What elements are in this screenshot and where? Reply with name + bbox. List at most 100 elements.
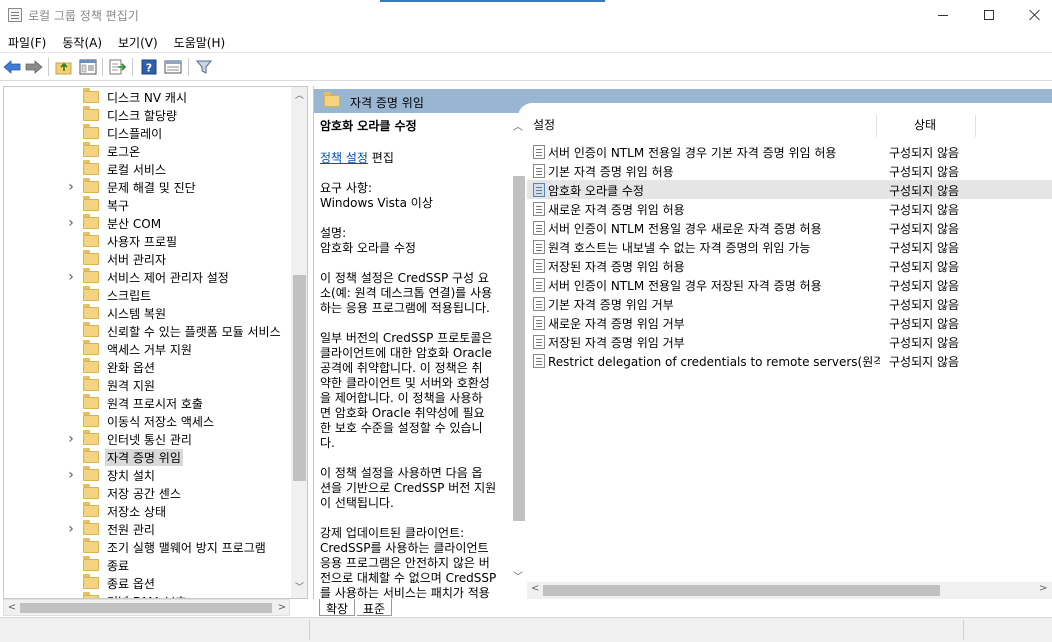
edit-policy-link[interactable]: 정책 설정 bbox=[320, 151, 368, 165]
setting-row[interactable]: 새로운 자격 증명 위임 허용 구성되지 않음 bbox=[527, 199, 1052, 218]
close-button[interactable] bbox=[1012, 0, 1052, 30]
expand-chevron-icon[interactable]: › bbox=[66, 270, 76, 284]
expand-chevron-icon[interactable]: › bbox=[66, 468, 76, 482]
policy-setting-icon bbox=[533, 221, 545, 235]
maximize-button[interactable] bbox=[966, 0, 1012, 30]
menu-action[interactable]: 동작(A) bbox=[54, 30, 110, 52]
tree-item[interactable]: 시스템 복원 bbox=[4, 304, 291, 322]
help-button[interactable]: ? bbox=[139, 57, 159, 77]
tree-list: 디스크 NV 캐시 디스크 할당량 디스플레이 로그온 로컬 서비스 › 문제 해결 및 진… bbox=[4, 88, 291, 598]
filter-button[interactable] bbox=[194, 57, 214, 77]
tree-item[interactable]: 액세스 거부 지원 bbox=[4, 340, 291, 358]
tree-item[interactable]: 로그온 bbox=[4, 142, 291, 160]
tree-item[interactable]: 완화 옵션 bbox=[4, 358, 291, 376]
tree-item[interactable]: › 장치 설치 bbox=[4, 466, 291, 484]
tree-item[interactable]: 복구 bbox=[4, 196, 291, 214]
tab-standard[interactable]: 표준 bbox=[357, 599, 393, 616]
tree-item[interactable]: › 분산 COM bbox=[4, 214, 291, 232]
tree-item[interactable]: › 서비스 제어 관리자 설정 bbox=[4, 268, 291, 286]
description-scrollbar[interactable]: ︿ ﹀ bbox=[510, 116, 527, 586]
up-one-level-button[interactable] bbox=[54, 57, 74, 77]
expand-chevron-icon[interactable]: › bbox=[66, 216, 76, 230]
back-button[interactable] bbox=[2, 57, 22, 77]
tree-item[interactable]: 종료 옵션 bbox=[4, 574, 291, 592]
tree-item[interactable]: 디스플레이 bbox=[4, 124, 291, 142]
tree-item[interactable]: 로컬 서비스 bbox=[4, 160, 291, 178]
setting-row[interactable]: 서버 인증이 NTLM 전용일 경우 새로운 자격 증명 허용 구성되지 않음 bbox=[527, 218, 1052, 237]
tree-item[interactable]: 원격 프로시저 호출 bbox=[4, 394, 291, 412]
tree-item[interactable]: › 전원 관리 bbox=[4, 520, 291, 538]
tree-item[interactable]: 디스크 NV 캐시 bbox=[4, 88, 291, 106]
tab-extended[interactable]: 확장 bbox=[319, 599, 356, 616]
scroll-left-icon[interactable]: < bbox=[6, 601, 18, 615]
setting-row[interactable]: 서버 인증이 NTLM 전용일 경우 기본 자격 증명 위임 허용 구성되지 않음 bbox=[527, 142, 1052, 161]
tree-hscroll-thumb[interactable] bbox=[20, 603, 272, 613]
tree-item[interactable]: 자격 증명 위임 bbox=[4, 448, 291, 466]
tree-item[interactable]: 원격 지원 bbox=[4, 376, 291, 394]
tree-item[interactable]: 스크립트 bbox=[4, 286, 291, 304]
setting-row[interactable]: 원격 호스트는 내보낼 수 없는 자격 증명의 위임 가능 구성되지 않음 bbox=[527, 237, 1052, 256]
tree-item[interactable]: 조기 실행 맬웨어 방지 프로그램 bbox=[4, 538, 291, 556]
setting-row[interactable]: 새로운 자격 증명 위임 거부 구성되지 않음 bbox=[527, 313, 1052, 332]
description-paragraph: 일부 버전의 CredSSP 프로토콜은 클라이언트에 대한 암호화 Oracl… bbox=[320, 331, 493, 450]
tree-item-label: 액세스 거부 지원 bbox=[107, 343, 192, 357]
minimize-button[interactable] bbox=[920, 0, 966, 30]
expand-chevron-icon[interactable]: › bbox=[66, 522, 76, 536]
setting-state: 구성되지 않음 bbox=[889, 241, 960, 255]
tree-item[interactable]: 커널 DMA 보호 bbox=[4, 592, 291, 598]
column-header-setting[interactable]: 설정 bbox=[533, 116, 555, 133]
show-hide-tree-button[interactable] bbox=[78, 57, 98, 77]
setting-row[interactable]: 서버 인증이 NTLM 전용일 경우 저장된 자격 증명 허용 구성되지 않음 bbox=[527, 275, 1052, 294]
scroll-right-icon[interactable]: > bbox=[276, 601, 288, 615]
tree-item[interactable]: 이동식 저장소 액세스 bbox=[4, 412, 291, 430]
scroll-down-icon[interactable]: ﹀ bbox=[295, 584, 304, 593]
tree-item[interactable]: › 문제 해결 및 진단 bbox=[4, 178, 291, 196]
export-list-button[interactable] bbox=[108, 57, 128, 77]
tree-item[interactable]: 저장소 상태 bbox=[4, 502, 291, 520]
tree-horizontal-scrollbar[interactable]: < > bbox=[3, 599, 290, 616]
folder-icon bbox=[83, 178, 99, 193]
menu-view[interactable]: 보기(V) bbox=[110, 30, 166, 52]
scroll-down-icon[interactable]: ﹀ bbox=[513, 568, 523, 583]
back-arrow-icon bbox=[3, 60, 21, 74]
scroll-left-icon[interactable]: < bbox=[531, 583, 539, 594]
scroll-right-icon[interactable]: > bbox=[1039, 583, 1047, 594]
list-hscroll-thumb[interactable] bbox=[543, 585, 940, 596]
tree-item[interactable]: 사용자 프로필 bbox=[4, 232, 291, 250]
column-header-state[interactable]: 상태 bbox=[914, 116, 936, 133]
tree-item[interactable]: › 인터넷 통신 관리 bbox=[4, 430, 291, 448]
tree-scroll-thumb[interactable] bbox=[293, 275, 306, 481]
tree-item[interactable]: 신뢰할 수 있는 플랫폼 모듈 서비스 bbox=[4, 322, 291, 340]
toolbar-separator bbox=[132, 58, 133, 76]
setting-state: 구성되지 않음 bbox=[889, 165, 960, 179]
setting-row[interactable]: 암호화 오라클 수정 구성되지 않음 bbox=[527, 180, 1052, 199]
setting-row[interactable]: Restrict delegation of credentials to re… bbox=[527, 351, 1052, 370]
forward-arrow-icon bbox=[25, 60, 43, 74]
list-horizontal-scrollbar[interactable]: < > bbox=[527, 582, 1052, 599]
tree-item[interactable]: 디스크 할당량 bbox=[4, 106, 291, 124]
expand-chevron-icon[interactable]: › bbox=[66, 180, 76, 194]
folder-icon bbox=[83, 322, 99, 337]
setting-state: 구성되지 않음 bbox=[889, 355, 960, 369]
expand-chevron-icon[interactable]: › bbox=[66, 432, 76, 446]
tree-item[interactable]: 저장 공간 센스 bbox=[4, 484, 291, 502]
scroll-up-icon[interactable]: ︿ bbox=[295, 92, 304, 101]
tree-item[interactable]: 종료 bbox=[4, 556, 291, 574]
forward-button[interactable] bbox=[24, 57, 44, 77]
setting-state: 구성되지 않음 bbox=[889, 336, 960, 350]
tree-item[interactable]: 서버 관리자 bbox=[4, 250, 291, 268]
scroll-up-icon[interactable]: ︿ bbox=[513, 118, 523, 133]
setting-row[interactable]: 저장된 자격 증명 위임 거부 구성되지 않음 bbox=[527, 332, 1052, 351]
column-divider[interactable] bbox=[876, 115, 877, 137]
setting-row[interactable]: 기본 자격 증명 위임 허용 구성되지 않음 bbox=[527, 161, 1052, 180]
setting-row[interactable]: 기본 자격 증명 위임 거부 구성되지 않음 bbox=[527, 294, 1052, 313]
setting-row[interactable]: 저장된 자격 증명 위임 허용 구성되지 않음 bbox=[527, 256, 1052, 275]
setting-name: 서버 인증이 NTLM 전용일 경우 기본 자격 증명 위임 허용 bbox=[548, 146, 837, 160]
description-scroll-thumb[interactable] bbox=[513, 176, 525, 521]
properties-view-button[interactable] bbox=[163, 57, 183, 77]
column-divider[interactable] bbox=[975, 115, 976, 137]
tree-vertical-scrollbar[interactable]: ︿ ﹀ bbox=[291, 87, 307, 598]
tree-item-label: 복구 bbox=[107, 199, 130, 213]
menu-help[interactable]: 도움말(H) bbox=[166, 30, 234, 52]
menu-file[interactable]: 파일(F) bbox=[0, 30, 54, 52]
